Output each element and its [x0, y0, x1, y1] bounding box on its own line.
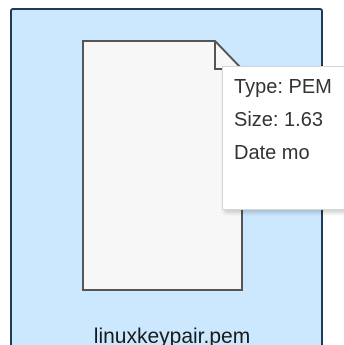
- document-icon: [82, 40, 243, 291]
- file-info-tooltip: Type: PEM Size: 1.63 Date mo: [222, 66, 344, 210]
- explorer-view: linuxkeypair.pem Type: PEM Size: 1.63 Da…: [0, 0, 344, 345]
- file-name-label: linuxkeypair.pem: [93, 325, 251, 345]
- tooltip-type: Type: PEM: [234, 76, 332, 98]
- tooltip-date-modified: Date mo: [234, 142, 310, 164]
- tooltip-size: Size: 1.63: [234, 109, 323, 131]
